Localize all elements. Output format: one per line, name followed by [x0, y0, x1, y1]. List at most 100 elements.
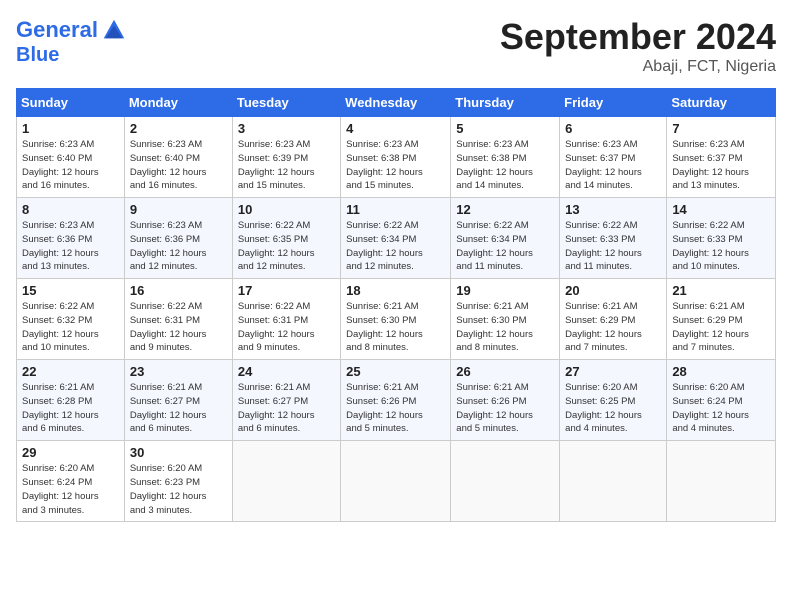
day-info: Sunrise: 6:21 AMSunset: 6:26 PMDaylight:… — [456, 381, 554, 436]
day-info: Sunrise: 6:21 AMSunset: 6:28 PMDaylight:… — [22, 381, 119, 436]
day-info: Sunrise: 6:22 AMSunset: 6:31 PMDaylight:… — [238, 300, 335, 355]
calendar-cell: 28 Sunrise: 6:20 AMSunset: 6:24 PMDayligh… — [667, 360, 776, 441]
day-info: Sunrise: 6:22 AMSunset: 6:31 PMDaylight:… — [130, 300, 227, 355]
calendar-table: SundayMondayTuesdayWednesdayThursdayFrid… — [16, 88, 776, 522]
day-info: Sunrise: 6:20 AMSunset: 6:23 PMDaylight:… — [130, 462, 227, 517]
weekday-header-thursday: Thursday — [451, 89, 560, 117]
day-info: Sunrise: 6:20 AMSunset: 6:24 PMDaylight:… — [22, 462, 119, 517]
day-info: Sunrise: 6:22 AMSunset: 6:32 PMDaylight:… — [22, 300, 119, 355]
calendar-cell: 19 Sunrise: 6:21 AMSunset: 6:30 PMDayligh… — [451, 279, 560, 360]
day-info: Sunrise: 6:22 AMSunset: 6:35 PMDaylight:… — [238, 219, 335, 274]
logo-text: General — [16, 18, 98, 42]
calendar-cell: 11 Sunrise: 6:22 AMSunset: 6:34 PMDayligh… — [341, 198, 451, 279]
calendar-cell: 9 Sunrise: 6:23 AMSunset: 6:36 PMDaylight… — [124, 198, 232, 279]
calendar-cell: 25 Sunrise: 6:21 AMSunset: 6:26 PMDayligh… — [341, 360, 451, 441]
calendar-cell: 5 Sunrise: 6:23 AMSunset: 6:38 PMDaylight… — [451, 117, 560, 198]
day-number: 22 — [22, 364, 119, 379]
day-number: 20 — [565, 283, 661, 298]
calendar-cell: 13Sunrise: 6:22 AMSunset: 6:33 PMDayligh… — [560, 198, 667, 279]
calendar-cell — [232, 441, 340, 522]
week-row-1: 1 Sunrise: 6:23 AMSunset: 6:40 PMDaylight… — [17, 117, 776, 198]
day-info: Sunrise: 6:22 AMSunset: 6:33 PMDaylight:… — [672, 219, 770, 274]
calendar-cell: 26 Sunrise: 6:21 AMSunset: 6:26 PMDayligh… — [451, 360, 560, 441]
day-info: Sunrise: 6:22 AMSunset: 6:34 PMDaylight:… — [346, 219, 445, 274]
day-number: 14 — [672, 202, 770, 217]
day-info: Sunrise: 6:23 AMSunset: 6:40 PMDaylight:… — [130, 138, 227, 193]
calendar-cell: 2 Sunrise: 6:23 AMSunset: 6:40 PMDaylight… — [124, 117, 232, 198]
day-number: 25 — [346, 364, 445, 379]
day-number: 27 — [565, 364, 661, 379]
day-info: Sunrise: 6:23 AMSunset: 6:39 PMDaylight:… — [238, 138, 335, 193]
day-info: Sunrise: 6:21 AMSunset: 6:27 PMDaylight:… — [130, 381, 227, 436]
day-info: Sunrise: 6:21 AMSunset: 6:30 PMDaylight:… — [456, 300, 554, 355]
calendar-cell: 3 Sunrise: 6:23 AMSunset: 6:39 PMDaylight… — [232, 117, 340, 198]
day-number: 7 — [672, 121, 770, 136]
location-title: Abaji, FCT, Nigeria — [500, 58, 776, 76]
title-area: September 2024 Abaji, FCT, Nigeria — [500, 16, 776, 76]
calendar-cell: 14 Sunrise: 6:22 AMSunset: 6:33 PMDayligh… — [667, 198, 776, 279]
day-number: 3 — [238, 121, 335, 136]
day-number: 6 — [565, 121, 661, 136]
calendar-cell — [451, 441, 560, 522]
day-number: 9 — [130, 202, 227, 217]
calendar-cell: 10 Sunrise: 6:22 AMSunset: 6:35 PMDayligh… — [232, 198, 340, 279]
day-number: 26 — [456, 364, 554, 379]
day-info: Sunrise: 6:23 AMSunset: 6:37 PMDaylight:… — [565, 138, 661, 193]
logo-icon — [100, 16, 128, 44]
calendar-cell — [560, 441, 667, 522]
calendar-cell: 4Sunrise: 6:23 AMSunset: 6:38 PMDaylight… — [341, 117, 451, 198]
day-number: 1 — [22, 121, 119, 136]
weekday-header-row: SundayMondayTuesdayWednesdayThursdayFrid… — [17, 89, 776, 117]
day-number: 24 — [238, 364, 335, 379]
week-row-4: 22 Sunrise: 6:21 AMSunset: 6:28 PMDayligh… — [17, 360, 776, 441]
weekday-header-monday: Monday — [124, 89, 232, 117]
day-number: 23 — [130, 364, 227, 379]
day-number: 11 — [346, 202, 445, 217]
calendar-cell: 24 Sunrise: 6:21 AMSunset: 6:27 PMDayligh… — [232, 360, 340, 441]
week-row-2: 8Sunrise: 6:23 AMSunset: 6:36 PMDaylight… — [17, 198, 776, 279]
day-number: 5 — [456, 121, 554, 136]
logo: General Blue — [16, 16, 128, 66]
day-number: 18 — [346, 283, 445, 298]
day-number: 21 — [672, 283, 770, 298]
logo-subtext: Blue — [16, 44, 128, 66]
day-info: Sunrise: 6:23 AMSunset: 6:38 PMDaylight:… — [456, 138, 554, 193]
day-info: Sunrise: 6:23 AMSunset: 6:40 PMDaylight:… — [22, 138, 119, 193]
day-info: Sunrise: 6:23 AMSunset: 6:36 PMDaylight:… — [130, 219, 227, 274]
calendar-cell: 12 Sunrise: 6:22 AMSunset: 6:34 PMDayligh… — [451, 198, 560, 279]
calendar-cell: 22 Sunrise: 6:21 AMSunset: 6:28 PMDayligh… — [17, 360, 125, 441]
month-title: September 2024 — [500, 16, 776, 58]
header: General Blue September 2024 Abaji, FCT, … — [16, 16, 776, 76]
calendar-cell: 16 Sunrise: 6:22 AMSunset: 6:31 PMDayligh… — [124, 279, 232, 360]
weekday-header-friday: Friday — [560, 89, 667, 117]
day-number: 28 — [672, 364, 770, 379]
day-info: Sunrise: 6:20 AMSunset: 6:24 PMDaylight:… — [672, 381, 770, 436]
calendar-cell: 15 Sunrise: 6:22 AMSunset: 6:32 PMDayligh… — [17, 279, 125, 360]
calendar-cell — [341, 441, 451, 522]
day-number: 15 — [22, 283, 119, 298]
day-info: Sunrise: 6:22 AMSunset: 6:33 PMDaylight:… — [565, 219, 661, 274]
day-number: 19 — [456, 283, 554, 298]
week-row-5: 29 Sunrise: 6:20 AMSunset: 6:24 PMDayligh… — [17, 441, 776, 522]
day-info: Sunrise: 6:23 AMSunset: 6:38 PMDaylight:… — [346, 138, 445, 193]
day-info: Sunrise: 6:21 AMSunset: 6:26 PMDaylight:… — [346, 381, 445, 436]
day-number: 16 — [130, 283, 227, 298]
day-info: Sunrise: 6:22 AMSunset: 6:34 PMDaylight:… — [456, 219, 554, 274]
week-row-3: 15 Sunrise: 6:22 AMSunset: 6:32 PMDayligh… — [17, 279, 776, 360]
weekday-header-sunday: Sunday — [17, 89, 125, 117]
calendar-cell: 6 Sunrise: 6:23 AMSunset: 6:37 PMDaylight… — [560, 117, 667, 198]
day-number: 29 — [22, 445, 119, 460]
day-number: 12 — [456, 202, 554, 217]
calendar-cell: 17Sunrise: 6:22 AMSunset: 6:31 PMDayligh… — [232, 279, 340, 360]
day-number: 2 — [130, 121, 227, 136]
calendar-cell: 20Sunrise: 6:21 AMSunset: 6:29 PMDayligh… — [560, 279, 667, 360]
weekday-header-saturday: Saturday — [667, 89, 776, 117]
calendar-cell: 18Sunrise: 6:21 AMSunset: 6:30 PMDayligh… — [341, 279, 451, 360]
calendar-cell: 27Sunrise: 6:20 AMSunset: 6:25 PMDayligh… — [560, 360, 667, 441]
day-number: 30 — [130, 445, 227, 460]
calendar-cell: 23 Sunrise: 6:21 AMSunset: 6:27 PMDayligh… — [124, 360, 232, 441]
day-info: Sunrise: 6:21 AMSunset: 6:27 PMDaylight:… — [238, 381, 335, 436]
calendar-cell: 30 Sunrise: 6:20 AMSunset: 6:23 PMDayligh… — [124, 441, 232, 522]
calendar-cell: 8Sunrise: 6:23 AMSunset: 6:36 PMDaylight… — [17, 198, 125, 279]
day-number: 10 — [238, 202, 335, 217]
